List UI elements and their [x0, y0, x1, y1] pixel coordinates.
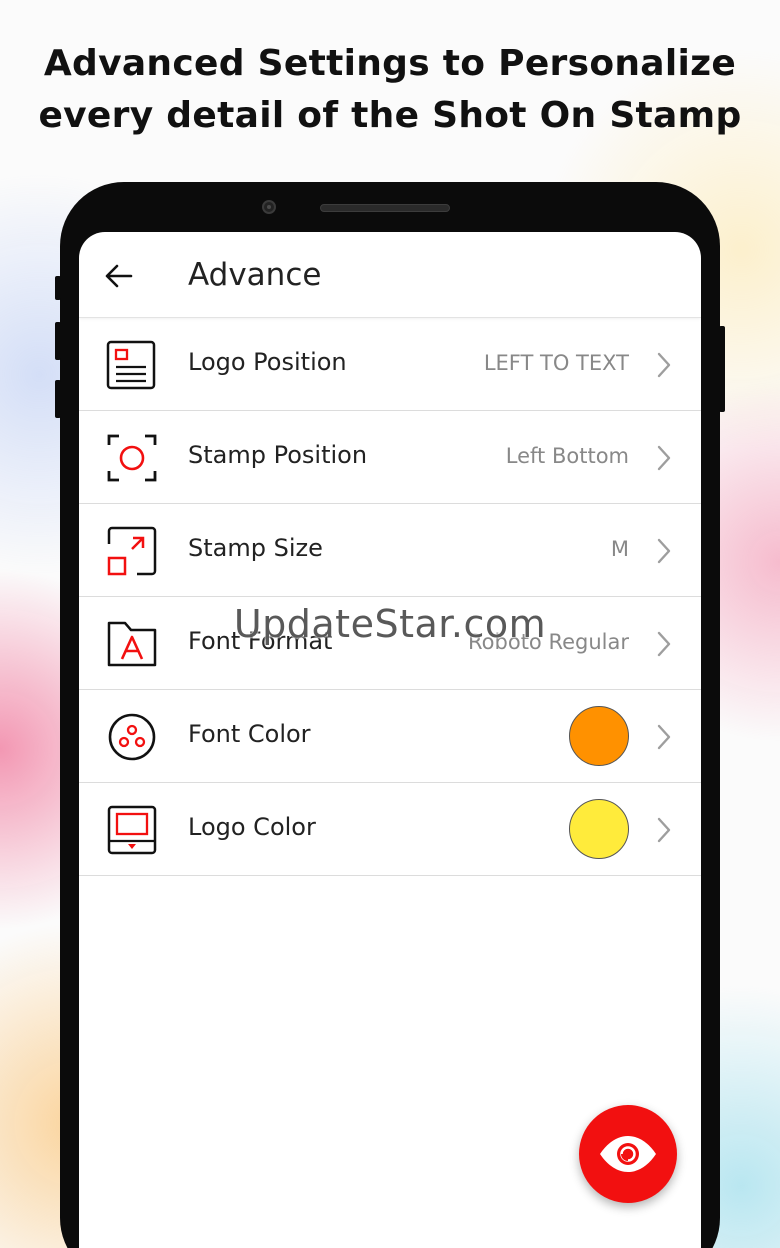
chevron-right-icon [657, 724, 671, 750]
setting-label: Stamp Size [188, 534, 323, 562]
chevron-right-icon [657, 352, 671, 378]
eye-icon [600, 1136, 656, 1172]
watermark: UpdateStar.com [233, 602, 547, 646]
setting-value: M [610, 537, 629, 561]
chevron-right-icon [657, 445, 671, 471]
setting-label: Logo Position [188, 348, 347, 376]
logo-color-swatch[interactable] [569, 799, 629, 859]
front-camera [262, 200, 276, 214]
setting-row-stamp-position[interactable]: Stamp Position Left Bottom [79, 411, 701, 504]
logo-position-icon [106, 340, 156, 390]
chevron-right-icon [657, 817, 671, 843]
logo-color-icon [107, 805, 157, 855]
headline-line-2: every detail of the Shot On Stamp [38, 95, 742, 136]
preview-fab-button[interactable] [579, 1105, 677, 1203]
back-button[interactable] [101, 258, 137, 294]
settings-list: Logo Position LEFT TO TEXT Stamp Positio… [79, 318, 701, 876]
earpiece-speaker [320, 204, 450, 212]
arrow-left-icon [105, 264, 133, 288]
setting-row-logo-position[interactable]: Logo Position LEFT TO TEXT [79, 318, 701, 411]
chevron-right-icon [657, 538, 671, 564]
font-color-icon [108, 713, 156, 761]
phone-volume-up [55, 322, 61, 360]
setting-value: LEFT TO TEXT [483, 351, 629, 375]
setting-label: Font Color [188, 720, 311, 748]
setting-row-logo-color[interactable]: Logo Color [79, 783, 701, 876]
setting-label: Logo Color [188, 813, 316, 841]
stamp-size-icon [107, 526, 157, 576]
setting-row-font-color[interactable]: Font Color [79, 690, 701, 783]
setting-label: Stamp Position [188, 441, 368, 469]
stamp-position-icon [107, 434, 157, 482]
app-screen: Advance Logo Position LEFT TO TEXT Stamp… [79, 232, 701, 1248]
setting-row-stamp-size[interactable]: Stamp Size M [79, 504, 701, 597]
phone-volume-down [55, 380, 61, 418]
phone-power-button [719, 326, 725, 412]
page-title: Advance [188, 257, 322, 293]
font-color-swatch[interactable] [569, 706, 629, 766]
app-bar: Advance [79, 232, 701, 318]
headline-line-1: Advanced Settings to Personalize [43, 43, 737, 84]
headline: Advanced Settings to Personalize every d… [0, 38, 780, 142]
setting-value: Left Bottom [505, 444, 629, 468]
phone-side-button [55, 276, 61, 300]
